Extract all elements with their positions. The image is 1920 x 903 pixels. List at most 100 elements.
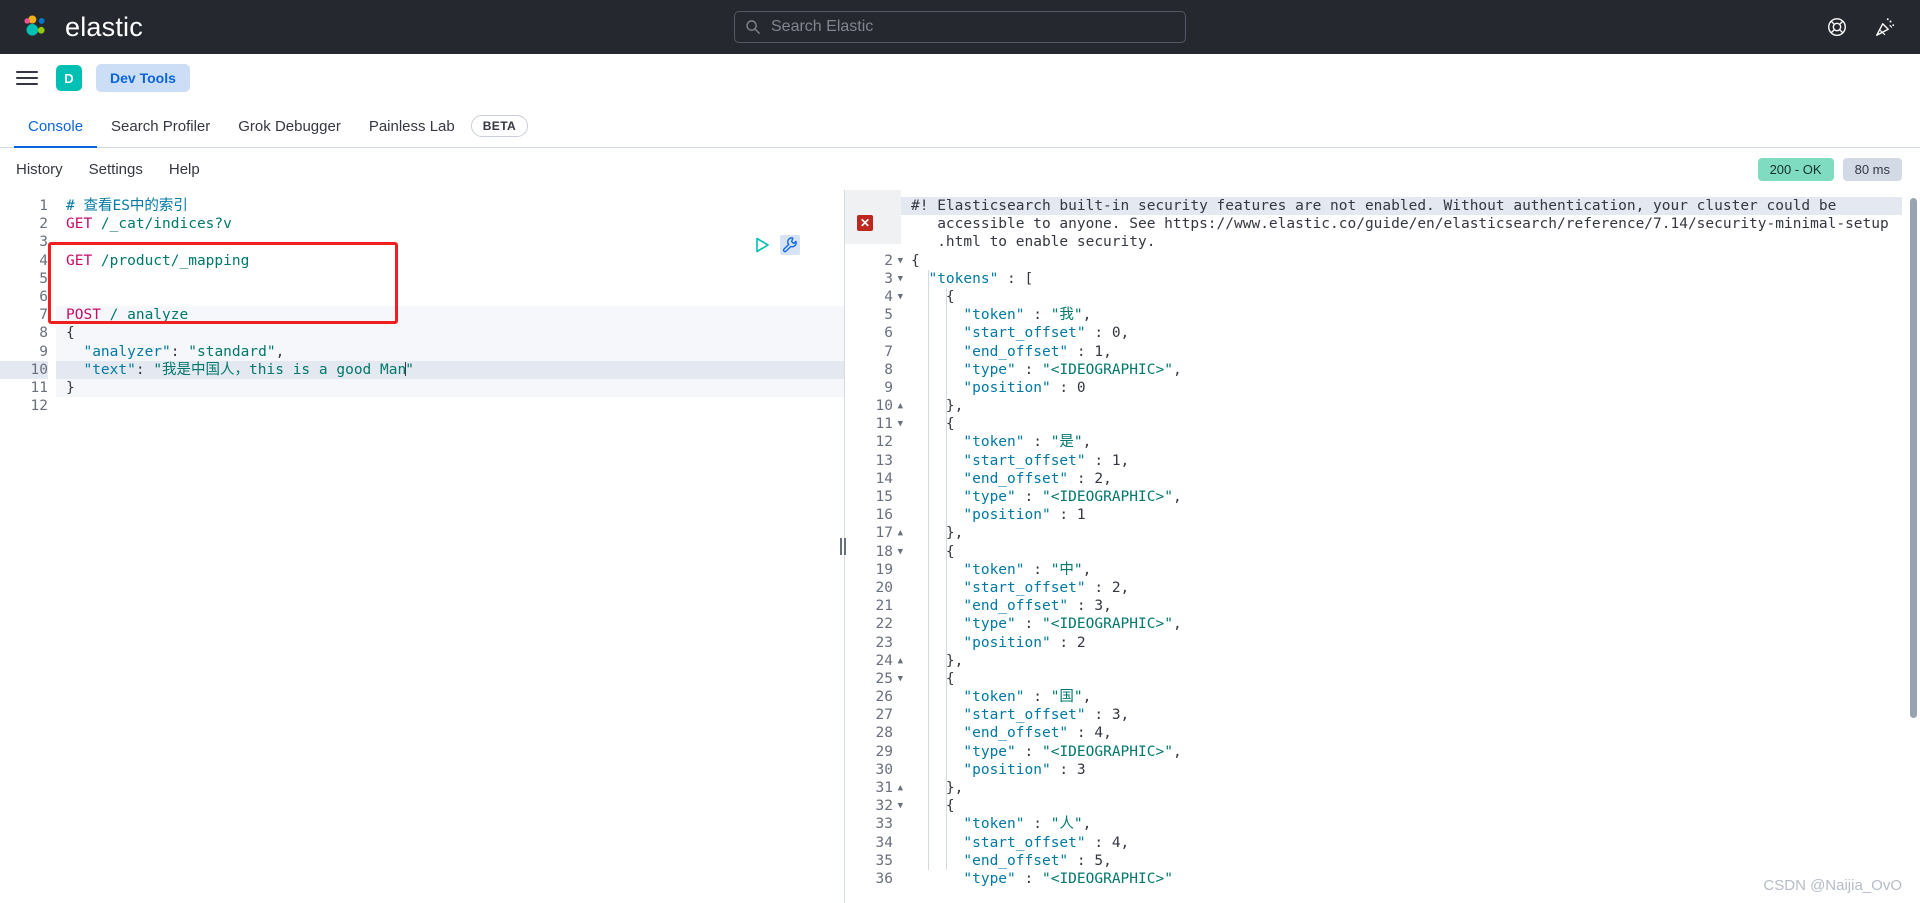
code-token: , — [1103, 725, 1112, 742]
code-line[interactable]: "type" : "<IDEOGRAPHIC>", — [911, 743, 1920, 761]
menu-history[interactable]: History — [16, 161, 63, 178]
line-number: 24 ▲ — [875, 652, 903, 669]
code-line[interactable]: "token" : "中", — [911, 561, 1920, 579]
line-number: 18 ▼ — [875, 543, 903, 560]
code-token: }, — [911, 780, 964, 796]
code-line[interactable]: "token" : "我", — [911, 306, 1920, 324]
code-token: "<IDEOGRAPHIC>" — [1041, 616, 1173, 633]
line-number: 9 — [39, 343, 48, 360]
code-line[interactable]: "position" : 3 — [911, 761, 1920, 779]
code-line[interactable]: "token" : "是", — [911, 433, 1920, 451]
response-code-area[interactable]: #! Elasticsearch built-in security featu… — [901, 190, 1920, 903]
code-line[interactable]: # 查看ES中的索引 — [66, 197, 844, 215]
breadcrumb-dev-tools[interactable]: Dev Tools — [96, 64, 190, 92]
lifebuoy-help-icon[interactable] — [1826, 16, 1848, 38]
code-line[interactable]: { — [911, 252, 1920, 270]
code-line[interactable]: POST /_analyze — [66, 306, 844, 324]
code-line[interactable]: "analyzer": "standard", — [66, 343, 844, 361]
search-icon — [745, 19, 761, 35]
tab-search-profiler[interactable]: Search Profiler — [97, 118, 224, 147]
code-line[interactable]: "start_offset" : 1, — [911, 452, 1920, 470]
response-line-numbers: 1 2▼3▼4▼5678910▲11▼121314151617▲18▼19202… — [845, 190, 903, 903]
code-line[interactable]: }, — [911, 652, 1920, 670]
code-line[interactable]: { — [911, 288, 1920, 306]
code-line[interactable]: "end_offset" : 1, — [911, 343, 1920, 361]
code-line[interactable]: GET /product/_mapping — [66, 252, 844, 270]
code-token: " — [405, 361, 414, 378]
code-token: }, — [911, 652, 964, 669]
code-line[interactable] — [66, 233, 844, 251]
code-line[interactable]: { — [911, 797, 1920, 815]
tab-console[interactable]: Console — [14, 118, 98, 148]
code-line[interactable]: "position" : 0 — [911, 379, 1920, 397]
tab-grok-debugger[interactable]: Grok Debugger — [224, 118, 355, 147]
code-line[interactable]: GET /_cat/indices?v — [66, 215, 844, 233]
request-editor-pane[interactable]: 1 2 3 4 5 6 7 8 9 10 11 12 # 查看ES中的索引 GET /_cat/indi… — [0, 190, 845, 903]
menu-help[interactable]: Help — [169, 161, 200, 178]
global-search-input[interactable]: Search Elastic — [734, 11, 1186, 43]
code-line[interactable]: "start_offset" : 3, — [911, 706, 1920, 724]
code-line[interactable]: "type" : "<IDEOGRAPHIC>", — [911, 488, 1920, 506]
response-warning-line: accessible to anyone. See https://www.el… — [911, 215, 1920, 233]
code-line[interactable]: "end_offset" : 3, — [911, 597, 1920, 615]
code-line[interactable]: "end_offset" : 2, — [911, 470, 1920, 488]
request-editor[interactable]: 1 2 3 4 5 6 7 8 9 10 11 12 # 查看ES中的索引 GET /_cat/indi… — [0, 190, 844, 903]
code-token: , — [1172, 489, 1182, 505]
code-token: , — [1103, 852, 1112, 869]
code-line[interactable]: "position" : 1 — [911, 506, 1920, 524]
code-token: "position" — [963, 379, 1051, 396]
code-line[interactable]: { — [911, 543, 1920, 561]
code-line[interactable]: "end_offset" : 5, — [911, 852, 1920, 870]
code-line[interactable] — [66, 397, 844, 415]
party-popper-icon[interactable] — [1874, 16, 1896, 38]
code-token: "type" — [963, 361, 1016, 378]
response-vertical-scrollbar[interactable] — [1910, 198, 1917, 718]
response-editor-pane[interactable]: ✕ 1 2▼3▼4▼5678910▲11▼121314151617▲18▼192… — [845, 190, 1920, 903]
code-line[interactable]: { — [911, 670, 1920, 688]
code-line[interactable]: "token" : "人", — [911, 815, 1920, 833]
code-line[interactable]: "start_offset" : 2, — [911, 579, 1920, 597]
code-line[interactable]: "position" : 2 — [911, 634, 1920, 652]
code-token: "人" — [1050, 816, 1083, 833]
code-line[interactable]: }, — [911, 779, 1920, 797]
code-line[interactable]: "text": "我是中国人，this is a good Man" — [56, 360, 844, 379]
code-line[interactable]: "end_offset" : 4, — [911, 724, 1920, 742]
pane-resize-handle[interactable] — [837, 190, 849, 903]
request-code-area[interactable]: # 查看ES中的索引 GET /_cat/indices?v GET /produ… — [56, 190, 844, 903]
code-line[interactable]: }, — [911, 397, 1920, 415]
line-number: 31 ▲ — [875, 780, 903, 796]
code-line[interactable]: { — [66, 324, 844, 342]
line-number: 23 — [875, 634, 893, 651]
code-line[interactable]: "tokens" : [ — [911, 270, 1920, 288]
hamburger-menu-icon[interactable] — [16, 67, 38, 89]
menu-settings[interactable]: Settings — [89, 161, 143, 178]
line-number: 25 ▼ — [875, 670, 903, 687]
code-token: , — [1120, 452, 1130, 469]
code-line[interactable]: "start_offset" : 0, — [911, 324, 1920, 342]
code-line[interactable]: "type" : "<IDEOGRAPHIC>", — [911, 615, 1920, 633]
code-token: "type" — [963, 870, 1016, 887]
line-number: 12 — [30, 398, 48, 415]
wrench-tools-icon[interactable] — [780, 235, 800, 255]
code-line[interactable]: "start_offset" : 4, — [911, 834, 1920, 852]
response-editor[interactable]: 1 2▼3▼4▼5678910▲11▼121314151617▲18▼19202… — [845, 190, 1920, 903]
code-token: "token" — [963, 307, 1025, 324]
code-token: : — [1085, 707, 1112, 724]
code-token: { — [66, 325, 75, 342]
code-line[interactable] — [66, 270, 844, 288]
tab-painless-lab[interactable]: Painless Lab — [355, 118, 469, 147]
code-line[interactable]: "type" : "<IDEOGRAPHIC>", — [911, 361, 1920, 379]
code-line[interactable]: } — [66, 379, 844, 397]
elastic-brand[interactable]: elastic — [0, 12, 143, 43]
code-line[interactable]: "token" : "国", — [911, 688, 1920, 706]
code-line[interactable]: { — [911, 415, 1920, 433]
play-request-icon[interactable] — [752, 235, 772, 255]
response-gutter-background — [845, 190, 901, 244]
code-line[interactable] — [66, 288, 844, 306]
code-line[interactable]: }, — [911, 524, 1920, 542]
space-avatar[interactable]: D — [56, 65, 82, 91]
